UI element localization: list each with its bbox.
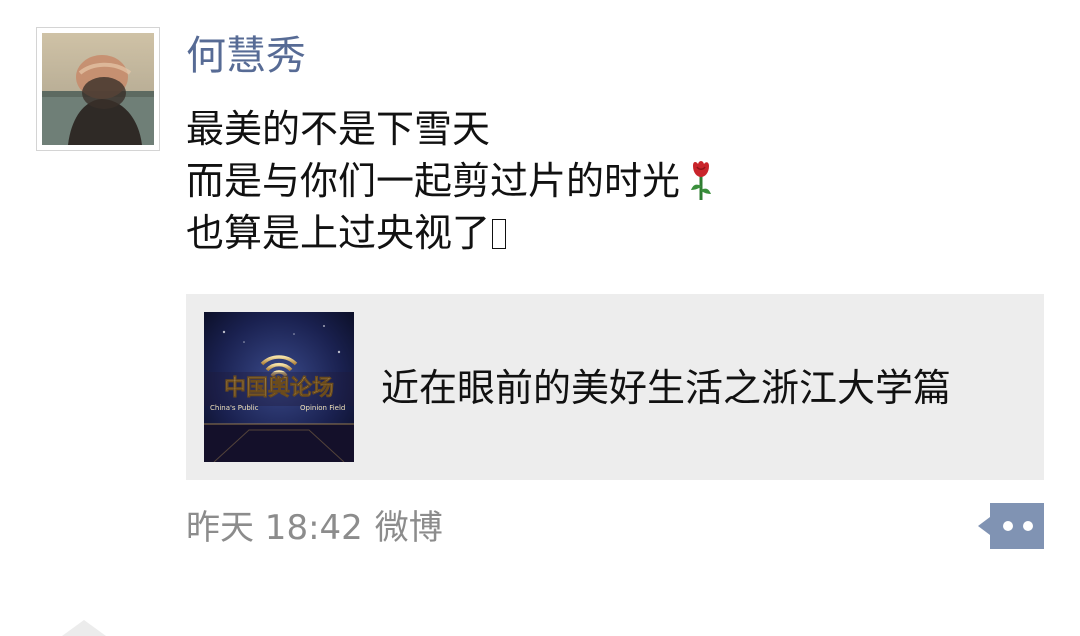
share-thumbnail: 中国舆论场 China's Public Opinion Field: [204, 312, 354, 462]
thumb-subtitle-left: China's Public: [210, 404, 259, 412]
post-meta: 昨天 18:42 微博: [186, 506, 443, 550]
post-text-line-1: 最美的不是下雪天: [186, 107, 491, 151]
moments-post: 何慧秀 最美的不是下雪天 而是与你们一起剪过片的时光 也算是上过央视了 中国舆论…: [0, 0, 1080, 636]
comment-dots-icon: [978, 503, 1044, 549]
thumb-title: 中国舆论场: [224, 375, 334, 401]
username[interactable]: 何慧秀: [186, 28, 306, 84]
thumb-subtitle-right: Opinion Field: [300, 404, 345, 412]
avatar-image: [42, 33, 154, 145]
post-text: 最美的不是下雪天 而是与你们一起剪过片的时光 也算是上过央视了: [186, 103, 714, 259]
post-time: 昨天 18:42: [186, 508, 363, 548]
post-text-line: 最美的不是下雪天: [186, 103, 714, 155]
comment-button[interactable]: [976, 503, 1044, 549]
divider-caret: [62, 620, 106, 636]
avatar[interactable]: [36, 27, 160, 151]
post-text-line-3: 也算是上过央视了: [186, 211, 491, 255]
rose-emoji: [688, 160, 714, 213]
shared-link-card[interactable]: 中国舆论场 China's Public Opinion Field 近在眼前的…: [186, 294, 1044, 480]
post-source[interactable]: 微博: [375, 508, 443, 548]
post-text-line: 而是与你们一起剪过片的时光: [186, 155, 714, 207]
post-text-line-2: 而是与你们一起剪过片的时光: [186, 159, 681, 203]
post-text-line: 也算是上过央视了: [186, 207, 714, 259]
missing-glyph-emoji: [492, 219, 507, 249]
share-title: 近在眼前的美好生活之浙江大学篇: [381, 366, 952, 410]
